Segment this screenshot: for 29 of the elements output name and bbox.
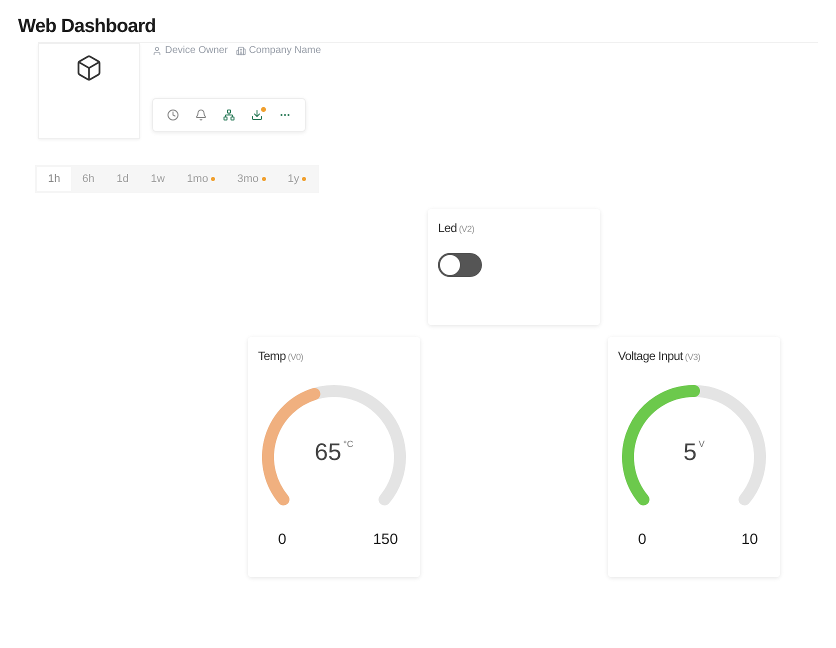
- gauge-unit: °C: [343, 439, 354, 449]
- time-range-tab[interactable]: 1w: [140, 167, 176, 191]
- gauge-value: 65: [314, 439, 342, 467]
- owner-label: Device Owner: [165, 45, 228, 56]
- building-icon: [236, 46, 246, 56]
- network-icon[interactable]: [223, 109, 235, 121]
- gauge-min: 0: [638, 531, 646, 548]
- gauge-min: 0: [278, 531, 286, 548]
- time-range-tab[interactable]: 1mo: [176, 167, 226, 191]
- widget-title: Temp (V0): [258, 349, 304, 363]
- widget-title: Led (V2): [438, 221, 476, 235]
- company-label: Company Name: [248, 45, 322, 56]
- time-range-tab[interactable]: 1y: [276, 167, 318, 191]
- time-range-tab[interactable]: 1d: [106, 167, 140, 191]
- time-range-tab[interactable]: 3mo: [226, 167, 277, 191]
- page-title: Web Dashboard: [18, 16, 157, 38]
- download-icon[interactable]: [251, 109, 263, 121]
- time-range-tab[interactable]: 1h: [37, 167, 72, 191]
- box-icon: [75, 54, 103, 82]
- time-range-tab[interactable]: 6h: [71, 167, 106, 191]
- person-icon: [152, 46, 162, 56]
- gauge-value: 5: [683, 439, 697, 467]
- led-toggle[interactable]: [438, 253, 482, 277]
- clock-icon[interactable]: [167, 109, 179, 121]
- gauge-max: 150: [372, 531, 398, 548]
- bell-icon[interactable]: [195, 109, 207, 121]
- widget-title: Voltage Input (V3): [618, 349, 702, 363]
- gauge-unit: V: [698, 439, 705, 449]
- gauge-max: 10: [741, 531, 758, 548]
